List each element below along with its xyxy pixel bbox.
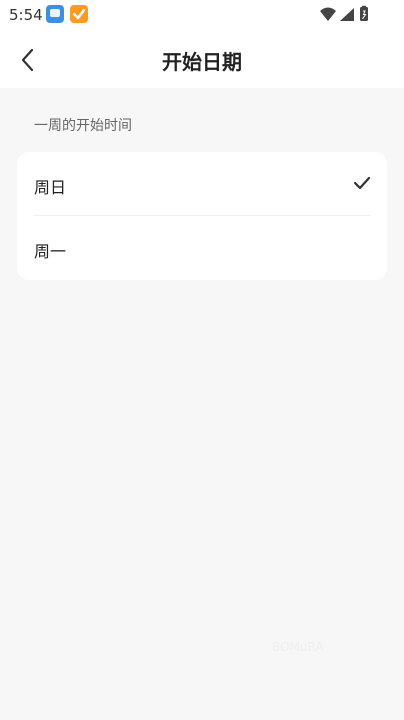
option-sunday[interactable]: 周日 <box>17 152 387 216</box>
status-bar: 5:54 <box>0 0 404 30</box>
check-icon <box>353 176 371 190</box>
watermark: BOMuRA <box>272 640 324 654</box>
option-label: 周一 <box>34 242 67 261</box>
app-icon <box>46 5 64 23</box>
cellular-icon <box>340 8 354 21</box>
option-label: 周日 <box>34 178 67 197</box>
header: 开始日期 <box>0 30 404 88</box>
status-icons <box>318 5 374 25</box>
page-title: 开始日期 <box>162 50 242 74</box>
option-monday[interactable]: 周一 <box>17 216 387 280</box>
status-time: 5:54 <box>9 6 43 24</box>
week-start-options-card: 周日 周一 <box>17 152 387 280</box>
section-label: 一周的开始时间 <box>34 118 132 134</box>
task-app-icon <box>70 5 88 23</box>
wifi-icon <box>320 7 336 21</box>
battery-icon <box>360 5 368 21</box>
